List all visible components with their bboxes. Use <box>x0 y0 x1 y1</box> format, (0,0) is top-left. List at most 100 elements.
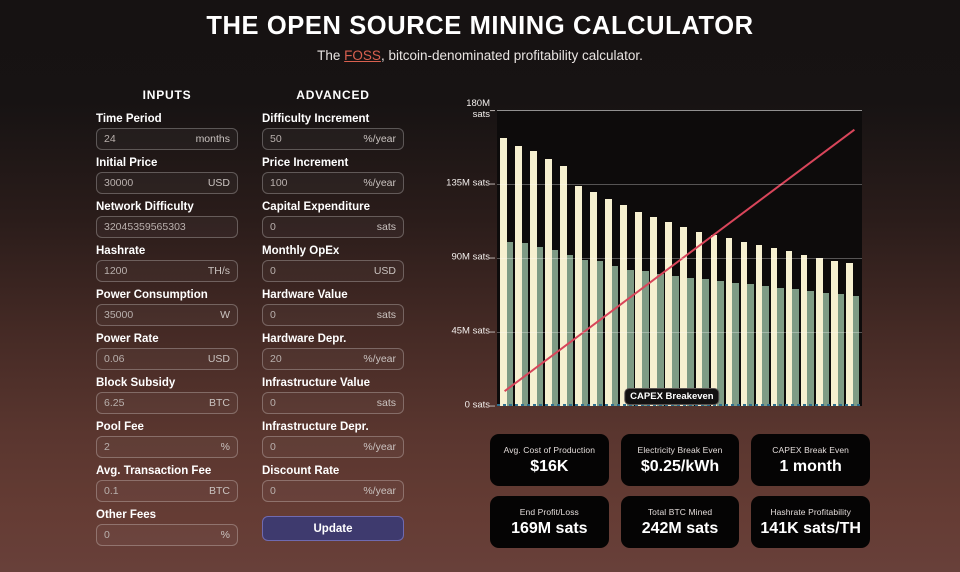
field-label: Power Consumption <box>96 289 238 301</box>
y-axis-tick-label: 0 sats <box>465 401 490 412</box>
input-value: 24 <box>104 133 192 145</box>
field-monthly-opex: Monthly OpEx0USD <box>262 245 404 282</box>
field-label: Power Rate <box>96 333 238 345</box>
input-value: 50 <box>270 133 359 145</box>
input-unit: TH/s <box>208 265 230 277</box>
stat-card: Avg. Cost of Production$16K <box>490 434 609 486</box>
bar-revenue <box>545 159 552 406</box>
field-hashrate: Hashrate 1200 TH/s <box>96 245 238 282</box>
bar-profit <box>552 250 559 406</box>
input-unit: USD <box>208 353 230 365</box>
y-axis-tick-label: 90M sats <box>451 253 490 264</box>
input-discount-rate[interactable]: 0%/year <box>262 480 404 502</box>
input-value: 0 <box>270 485 359 497</box>
input-hashrate[interactable]: 1200 TH/s <box>96 260 238 282</box>
field-label: Avg. Transaction Fee <box>96 465 238 477</box>
bar-profit <box>672 276 679 406</box>
input-unit: BTC <box>209 397 230 409</box>
input-unit: %/year <box>363 441 396 453</box>
y-axis-tick-mark <box>490 258 495 259</box>
stat-card-label: Electricity Break Even <box>638 445 723 455</box>
input-capital-expenditure[interactable]: 0sats <box>262 216 404 238</box>
y-axis-tick-label: 45M sats <box>451 327 490 338</box>
field-infrastructure-value: Infrastructure Value0sats <box>262 377 404 414</box>
bar-revenue <box>771 248 778 406</box>
page-header: THE OPEN SOURCE MINING CALCULATOR The FO… <box>0 0 960 63</box>
input-other-fees[interactable]: 0% <box>96 524 238 546</box>
field-difficulty-increment: Difficulty Increment50%/year <box>262 113 404 150</box>
bar-revenue <box>620 205 627 406</box>
bar-revenue <box>500 138 507 406</box>
field-capital-expenditure: Capital Expenditure0sats <box>262 201 404 238</box>
input-unit: BTC <box>209 485 230 497</box>
input-unit: %/year <box>363 177 396 189</box>
bar-profit <box>537 247 544 407</box>
bar-revenue <box>726 238 733 406</box>
input-unit: %/year <box>363 353 396 365</box>
input-power-consumption[interactable]: 35000W <box>96 304 238 326</box>
input-infrastructure-depr[interactable]: 0%/year <box>262 436 404 458</box>
bar-revenue <box>560 166 567 406</box>
field-label: Network Difficulty <box>96 201 238 213</box>
input-network-difficulty[interactable]: 32045359565303 <box>96 216 238 238</box>
stat-card-label: Hashrate Profitability <box>770 507 851 517</box>
foss-link[interactable]: FOSS <box>344 48 381 63</box>
bar-revenue <box>590 192 597 406</box>
input-difficulty-increment[interactable]: 50%/year <box>262 128 404 150</box>
field-label: Discount Rate <box>262 465 404 477</box>
stat-card-label: Avg. Cost of Production <box>504 445 595 455</box>
input-unit: sats <box>377 309 396 321</box>
chart-y-axis: 180Msats135M sats90M sats45M sats0 sats <box>448 96 494 406</box>
stat-card-label: CAPEX Break Even <box>772 445 849 455</box>
bar-revenue <box>756 245 763 406</box>
stat-card-label: End Profit/Loss <box>520 507 579 517</box>
input-avg-transaction-fee[interactable]: 0.1BTC <box>96 480 238 502</box>
bar-profit <box>732 283 739 406</box>
stat-card-label: Total BTC Mined <box>648 507 712 517</box>
input-unit: % <box>221 529 230 541</box>
field-label: Price Increment <box>262 157 404 169</box>
inputs-fields: Time Period 24months Initial Price30000USD… <box>96 113 238 546</box>
input-price-increment[interactable]: 100%/year <box>262 172 404 194</box>
field-initial-price: Initial Price30000USD <box>96 157 238 194</box>
input-pool-fee[interactable]: 2% <box>96 436 238 458</box>
bar-profit <box>642 271 649 406</box>
app-root: THE OPEN SOURCE MINING CALCULATOR The FO… <box>0 0 960 572</box>
inputs-column: INPUTS Time Period24monthsInitial Price3… <box>96 88 238 553</box>
stat-card-value: 141K sats/TH <box>760 520 861 538</box>
input-value: 0 <box>270 397 373 409</box>
y-axis-tick-mark <box>490 184 495 185</box>
bar-profit <box>717 281 724 406</box>
y-axis-tick-mark <box>490 332 495 333</box>
input-value: 0 <box>270 309 373 321</box>
chart-region: 180Msats135M sats90M sats45M sats0 sats … <box>448 96 868 416</box>
input-value: 30000 <box>104 177 204 189</box>
input-power-rate[interactable]: 0.06 USD <box>96 348 238 370</box>
input-value: 32045359565303 <box>104 221 226 233</box>
stat-card-value: 1 month <box>780 458 842 476</box>
chart-plot-area: CAPEX Breakeven <box>497 110 862 406</box>
input-time-period[interactable]: 24months <box>96 128 238 150</box>
bar-profit <box>657 274 664 406</box>
input-value: 1200 <box>104 265 204 277</box>
field-label: Time Period <box>96 113 238 125</box>
y-axis-tick-label: 180Msats <box>466 99 490 121</box>
input-hardware-depr[interactable]: 20 %/year <box>262 348 404 370</box>
input-value: 20 <box>270 353 359 365</box>
update-button[interactable]: Update <box>262 516 404 541</box>
field-time-period: Time Period 24months <box>96 113 238 150</box>
input-monthly-opex[interactable]: 0USD <box>262 260 404 282</box>
input-value: 0.06 <box>104 353 204 365</box>
bar-revenue <box>605 199 612 406</box>
bar-profit <box>853 296 860 406</box>
input-block-subsidy[interactable]: 6.25BTC <box>96 392 238 414</box>
input-infrastructure-value[interactable]: 0sats <box>262 392 404 414</box>
field-label: Hashrate <box>96 245 238 257</box>
subtitle-post: , bitcoin-denominated profitability calc… <box>381 48 643 63</box>
bar-revenue <box>846 263 853 406</box>
input-initial-price[interactable]: 30000USD <box>96 172 238 194</box>
advanced-column: ADVANCED Difficulty Increment50%/yearPri… <box>262 88 404 553</box>
field-other-fees: Other Fees0% <box>96 509 238 546</box>
bar-profit <box>838 294 845 406</box>
input-hardware-value[interactable]: 0 sats <box>262 304 404 326</box>
